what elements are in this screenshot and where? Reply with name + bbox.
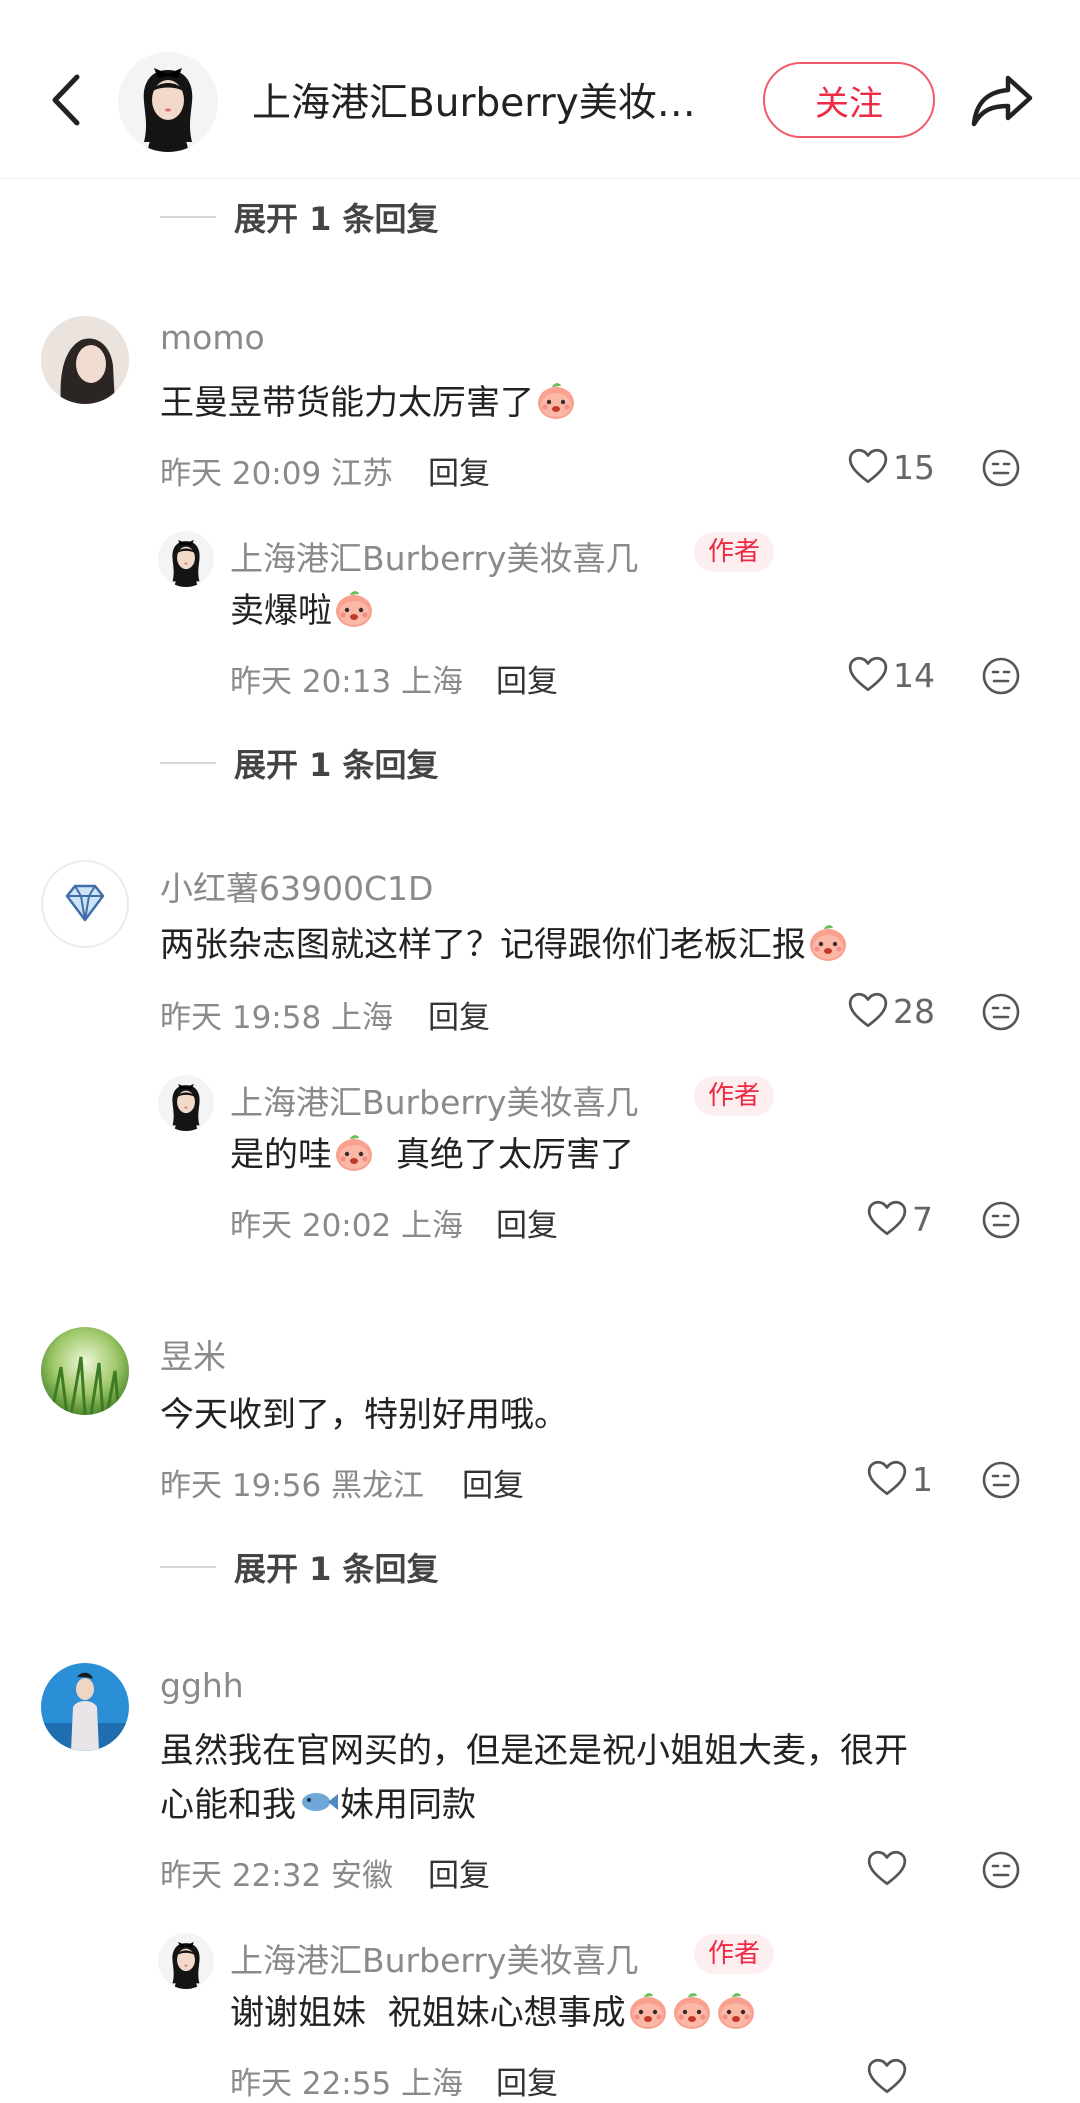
follow-button[interactable]: 关注 (763, 62, 935, 138)
like-count: 28 (893, 991, 935, 1031)
top-bar: 上海港汇Burberry美妆… 关注 (0, 0, 1080, 179)
heart-icon (847, 990, 889, 1032)
reply-text-content: 真绝了太厉害了 (396, 1135, 634, 1175)
peach-emoji-icon (670, 1988, 714, 2032)
emoji-react-icon[interactable] (981, 1200, 1021, 1240)
comment-time: 昨天 19:56 黑龙江 (160, 1468, 425, 1504)
expand-replies-label: 展开 1 条回复 (234, 200, 439, 238)
expand-replies-label: 展开 1 条回复 (234, 746, 439, 784)
like-button[interactable] (866, 2052, 908, 2102)
emoji-react-icon[interactable] (981, 1460, 1021, 1500)
reply-text-content: 卖爆啦 (230, 591, 332, 631)
avatar[interactable] (41, 1327, 129, 1415)
comment-username[interactable]: momo (160, 318, 265, 357)
expand-replies-label: 展开 1 条回复 (234, 1550, 439, 1588)
comment-time: 昨天 19:58 上海 (160, 1000, 394, 1036)
like-count: 14 (893, 655, 935, 695)
reply-text: 是的哇 真绝了太厉害了 (230, 1124, 634, 1186)
reply-text: 卖爆啦 (230, 580, 376, 642)
author-avatar[interactable] (118, 52, 218, 152)
reply-time: 昨天 22:55 上海 (230, 2066, 464, 2102)
heart-icon (866, 1848, 908, 1890)
reply-text: 谢谢姐妹 祝姐妹心想事成 (230, 1982, 758, 2044)
reply-time: 昨天 20:02 上海 (230, 1208, 464, 1244)
emoji-react-icon[interactable] (981, 448, 1021, 488)
author-badge: 作者 (694, 1934, 775, 1974)
avatar[interactable] (41, 1663, 129, 1751)
reply-button[interactable]: 回复 (462, 1460, 524, 1505)
reply-time: 昨天 20:13 上海 (230, 664, 464, 700)
heart-icon (847, 446, 889, 488)
author-badge: 作者 (694, 532, 775, 572)
reply-button[interactable]: 回复 (496, 1200, 558, 1245)
expand-replies[interactable]: 展开 1 条回复 (160, 740, 439, 786)
emoji-react-icon[interactable] (981, 656, 1021, 696)
share-icon[interactable] (962, 62, 1042, 138)
heart-icon (866, 1198, 908, 1240)
reply-button[interactable]: 回复 (496, 656, 558, 701)
reply-avatar[interactable] (158, 531, 214, 587)
peach-emoji-icon (626, 1988, 670, 2032)
reply-text-content: 是的哇 (230, 1135, 332, 1175)
fish-emoji-icon (302, 1793, 338, 1811)
comment-text-content: 王曼昱带货能力太厉害了 (160, 383, 534, 423)
crying-peach-emoji-icon (332, 1130, 376, 1174)
comment-username[interactable]: 小红薯63900C1D (160, 862, 433, 910)
divider-line (160, 762, 216, 764)
reply-avatar[interactable] (158, 1075, 214, 1131)
comment-username[interactable]: 昱米 (160, 1330, 226, 1378)
reply-button[interactable]: 回复 (428, 992, 490, 1037)
author-name[interactable]: 上海港汇Burberry美妆… (252, 72, 696, 128)
peach-emoji-icon (714, 1988, 758, 2032)
reply-username[interactable]: 上海港汇Burberry美妆喜几 (230, 532, 638, 580)
reply-text-content: 谢谢姐妹 祝姐妹心想事成 (230, 1993, 626, 2033)
avatar[interactable] (41, 316, 129, 404)
divider-line (160, 216, 216, 218)
heart-icon (866, 1458, 908, 1500)
peach-emoji-icon (806, 920, 850, 964)
expand-replies[interactable]: 展开 1 条回复 (160, 1544, 439, 1590)
emoji-react-icon[interactable] (981, 992, 1021, 1032)
reply-username[interactable]: 上海港汇Burberry美妆喜几 (230, 1934, 638, 1982)
like-button[interactable]: 14 (847, 650, 935, 700)
divider-line (160, 1566, 216, 1568)
comment-text-content: 妹用同款 (340, 1785, 476, 1825)
emoji-react-icon[interactable] (981, 1850, 1021, 1890)
back-icon[interactable] (36, 62, 96, 138)
avatar[interactable] (41, 860, 129, 948)
comment-text: 今天收到了，特别好用哦。 (160, 1395, 568, 1435)
comment-time: 昨天 22:32 安徽 (160, 1858, 394, 1894)
like-count: 7 (912, 1199, 933, 1239)
heart-icon (847, 654, 889, 696)
like-button[interactable]: 15 (847, 442, 935, 492)
like-count: 15 (893, 447, 935, 487)
comment-time: 昨天 20:09 江苏 (160, 456, 394, 492)
comment-text-content: 心能和我 (160, 1785, 296, 1825)
comment-username[interactable]: gghh (160, 1666, 244, 1705)
reply-button[interactable]: 回复 (496, 2058, 558, 2103)
comment-text-line1: 虽然我在官网买的，但是还是祝小姐姐大麦，很开 (160, 1731, 908, 1771)
comment-text-line2: 心能和我 妹用同款 (160, 1774, 476, 1836)
reply-button[interactable]: 回复 (428, 448, 490, 493)
like-count: 1 (912, 1459, 933, 1499)
heart-icon (866, 2056, 908, 2098)
expand-replies[interactable]: 展开 1 条回复 (160, 194, 439, 240)
peach-emoji-icon (534, 378, 578, 422)
comment-text: 两张杂志图就这样了？记得跟你们老板汇报 (160, 914, 850, 976)
reply-button[interactable]: 回复 (428, 1850, 490, 1895)
like-button[interactable]: 1 (866, 1454, 933, 1504)
comment-text-content: 两张杂志图就这样了？记得跟你们老板汇报 (160, 925, 806, 965)
like-button[interactable]: 7 (866, 1194, 933, 1244)
like-button[interactable]: 28 (847, 986, 935, 1036)
peach-emoji-icon (332, 586, 376, 630)
reply-username[interactable]: 上海港汇Burberry美妆喜几 (230, 1076, 638, 1124)
author-badge: 作者 (694, 1076, 775, 1116)
comment-text: 王曼昱带货能力太厉害了 (160, 372, 578, 434)
reply-avatar[interactable] (158, 1933, 214, 1989)
like-button[interactable] (866, 1844, 912, 1894)
